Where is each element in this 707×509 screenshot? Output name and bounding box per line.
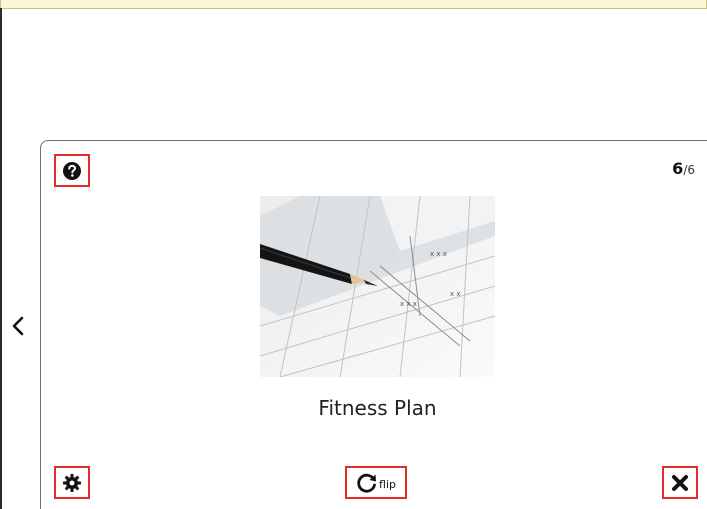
svg-text:x x x: x x x (430, 250, 447, 258)
drafting-pencil-blueprint-image: x x x x x x x x (260, 196, 495, 377)
close-button[interactable] (662, 466, 698, 499)
flip-button[interactable]: flip (345, 466, 407, 499)
help-button[interactable] (54, 154, 90, 187)
card-title: Fitness Plan (318, 396, 437, 420)
notice-bar (0, 0, 707, 9)
svg-text:x x x: x x x (400, 300, 417, 308)
svg-text:x x: x x (450, 290, 461, 298)
left-divider (0, 8, 2, 509)
page: 6/6 x x x x x x x x Fitness Plan flip (0, 0, 707, 509)
flip-label: flip (379, 478, 396, 491)
gear-icon (63, 473, 81, 492)
counter-current: 6 (672, 159, 684, 178)
settings-button[interactable] (54, 466, 90, 499)
question-circle-icon (63, 161, 81, 180)
card-counter: 6/6 (672, 159, 695, 178)
counter-total: 6 (687, 163, 695, 177)
card-image: x x x x x x x x (260, 196, 495, 377)
rotate-icon (357, 473, 377, 493)
chevron-left-icon (12, 316, 24, 336)
close-icon (672, 474, 688, 491)
previous-card-button[interactable] (9, 315, 27, 337)
